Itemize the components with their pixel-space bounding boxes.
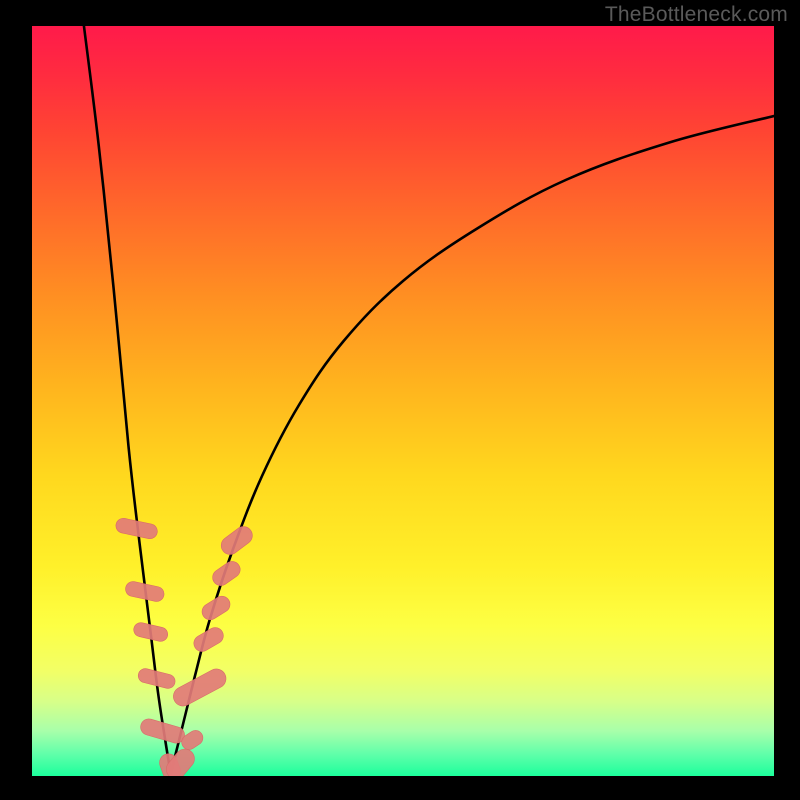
curve-left-branch: [84, 26, 171, 774]
watermark-text: TheBottleneck.com: [605, 3, 788, 27]
curve-right-branch: [171, 116, 774, 774]
plot-area: [32, 26, 774, 776]
outer-frame: TheBottleneck.com: [0, 0, 800, 800]
marker-point: [132, 621, 169, 642]
marker-group: [115, 517, 256, 776]
marker-point: [191, 625, 226, 655]
marker-point: [209, 558, 243, 589]
marker-point: [218, 523, 256, 558]
chart-svg: [32, 26, 774, 776]
marker-point: [170, 666, 229, 710]
